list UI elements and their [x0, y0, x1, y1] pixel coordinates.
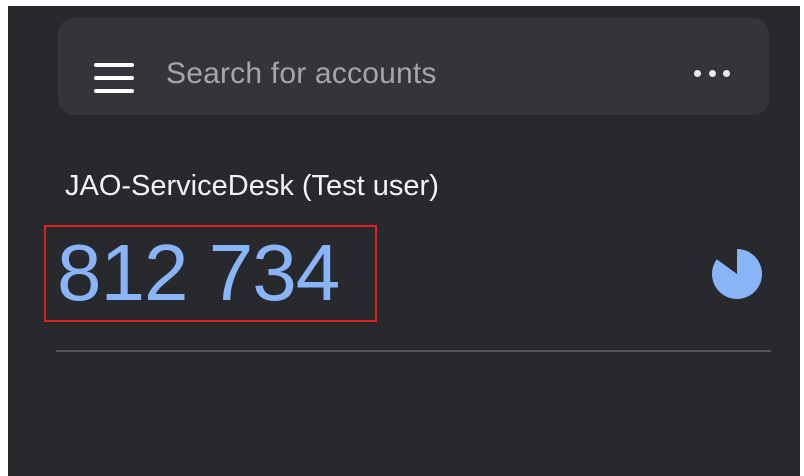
more-horizontal-icon[interactable]	[694, 69, 730, 77]
hamburger-menu-icon[interactable]	[94, 63, 134, 93]
otp-code[interactable]: 812 734	[57, 228, 340, 318]
countdown-timer-icon	[712, 249, 762, 299]
search-bar[interactable]: Search for accounts	[58, 18, 769, 115]
divider	[56, 350, 771, 352]
authenticator-screen: Search for accounts JAO-ServiceDesk (Tes…	[8, 6, 800, 476]
search-input[interactable]: Search for accounts	[166, 57, 437, 91]
account-name: JAO-ServiceDesk (Test user)	[65, 170, 439, 202]
timer-pie	[712, 249, 762, 299]
